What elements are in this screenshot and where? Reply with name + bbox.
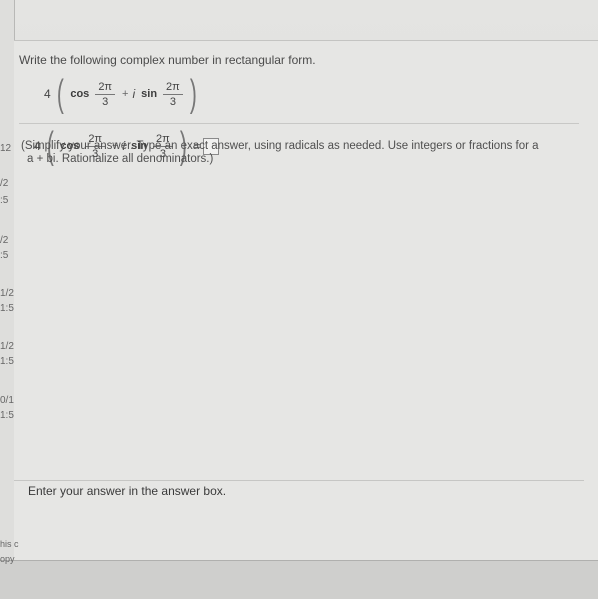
left-paren: ( xyxy=(56,73,64,115)
left-sidebar-strip: 12 /2 :5 /2 :5 1/2 1:5 1/2 1:5 0/1 1:5 xyxy=(0,0,15,560)
instructions-line-2: a + bi. Rationalize all denominators.) xyxy=(27,153,214,165)
sidebar-fragment: 1:5 xyxy=(0,410,14,421)
sidebar-fragment: 1/2 xyxy=(0,288,14,299)
fraction-denominator: 3 xyxy=(102,95,109,108)
footer-divider xyxy=(14,480,584,481)
coefficient: 4 xyxy=(44,87,51,101)
instructions-line-1: (Simplify your answer. Type an exact ans… xyxy=(21,140,539,152)
screen: 12 /2 :5 /2 :5 1/2 1:5 1/2 1:5 0/1 1:5 W… xyxy=(0,0,598,599)
footer-message: Enter your answer in the answer box. xyxy=(28,484,227,498)
sidebar-fragment: /2 xyxy=(0,235,9,246)
sidebar-fragment: 1:5 xyxy=(0,356,14,367)
fraction-numerator: 2π xyxy=(163,81,183,95)
cos-label: cos xyxy=(70,88,90,100)
fraction: 2π 3 xyxy=(163,81,183,108)
bottom-fragment: his c xyxy=(0,539,19,549)
plus-sign: + xyxy=(122,88,129,100)
sidebar-fragment: 1/2 xyxy=(0,341,14,352)
fraction-denominator: 3 xyxy=(169,95,176,108)
bottom-fragment: opy xyxy=(0,554,15,564)
sidebar-fragment: :5 xyxy=(0,250,9,261)
sidebar-fragment: 1:5 xyxy=(0,303,14,314)
sidebar-fragment: :5 xyxy=(0,195,9,206)
right-paren: ) xyxy=(189,73,197,115)
fraction-numerator: 2π xyxy=(95,81,116,95)
question-prompt: Write the following complex number in re… xyxy=(19,53,316,67)
sidebar-fragment: 0/1 xyxy=(0,395,14,406)
fraction: 2π 3 xyxy=(95,81,116,108)
given-expression: 4 ( cos 2π 3 + i sin 2π 3 ) xyxy=(44,75,200,113)
given-expression-box: 4 ( cos 2π 3 + i sin 2π 3 ) xyxy=(19,73,579,124)
imaginary-unit: i xyxy=(132,87,136,101)
bottom-bar: his c opy xyxy=(0,539,598,599)
sin-label: sin xyxy=(141,88,158,100)
sidebar-fragment: /2 xyxy=(0,178,9,189)
answer-instructions: (Simplify your answer. Type an exact ans… xyxy=(21,140,539,166)
sidebar-fragment: 12 xyxy=(0,143,12,154)
